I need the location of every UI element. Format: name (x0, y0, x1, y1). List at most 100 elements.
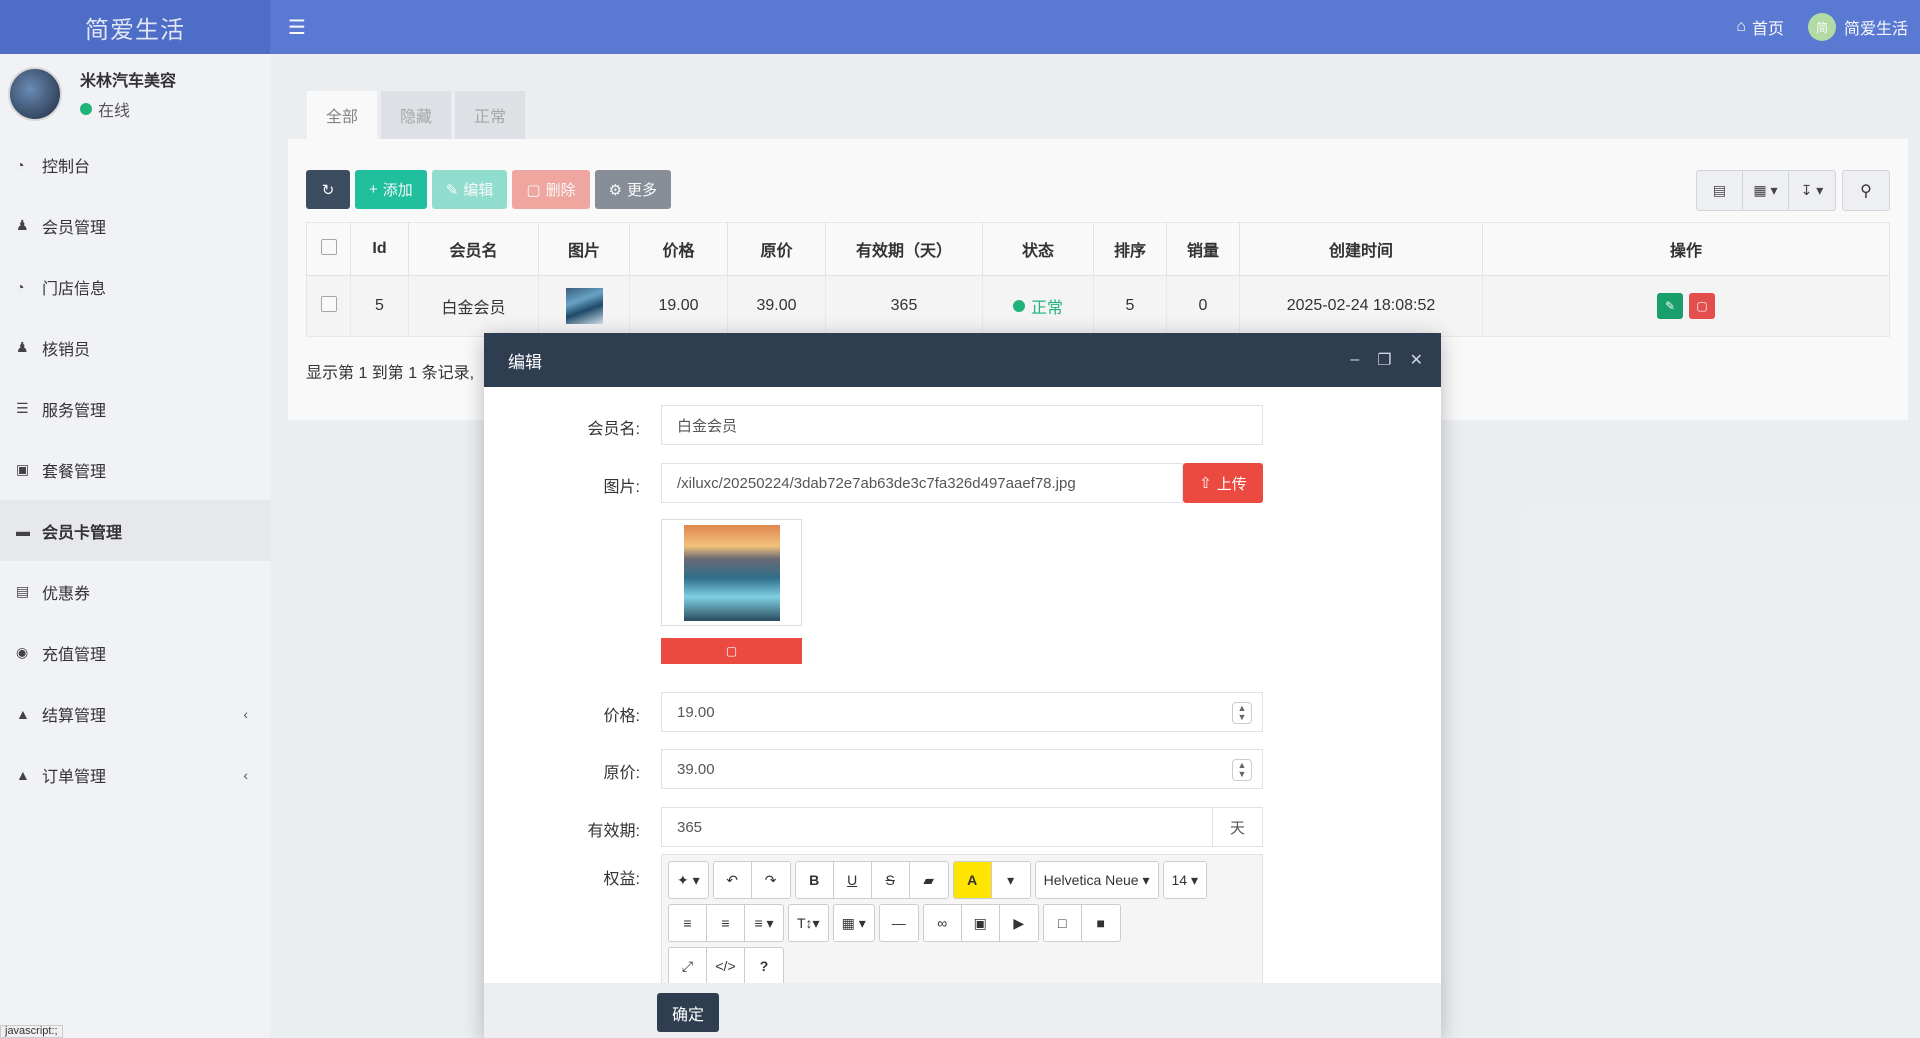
maximize-icon[interactable]: ❐ (1377, 350, 1391, 370)
row-delete-button[interactable]: ▢ (1689, 293, 1715, 319)
number-stepper-icon[interactable]: ▲ ▼ (1232, 702, 1252, 724)
font-family-select[interactable]: Helvetica Neue ▾ (1036, 862, 1158, 898)
sidebar-item-recharge[interactable]: ◉ 充值管理 (0, 622, 270, 683)
app-logo[interactable]: 简爱生活 (0, 0, 270, 54)
video-icon[interactable]: ▶ (1000, 905, 1038, 941)
chevron-left-icon: ‹ (243, 705, 248, 722)
font-size-select[interactable]: 14 ▾ (1164, 862, 1207, 898)
sidebar-item-label: 订单管理 (42, 768, 107, 786)
code-view-icon[interactable]: </> (707, 948, 745, 983)
tab-all[interactable]: 全部 (307, 91, 377, 139)
card-view-icon[interactable]: ▤ (1697, 171, 1743, 210)
align-icon[interactable]: ≡ ▾ (745, 905, 783, 941)
col-validity[interactable]: 有效期（天） (825, 222, 983, 276)
select-all-checkbox[interactable] (320, 238, 337, 255)
undo-icon[interactable]: ↶ (714, 862, 752, 898)
add-button[interactable]: + 添加 (355, 170, 427, 209)
more-button[interactable]: ⚙ 更多 (594, 170, 672, 209)
upload-button[interactable]: ⇧ 上传 (1183, 463, 1263, 503)
sidebar-item-packages[interactable]: ▣ 套餐管理 (0, 439, 270, 500)
menu-toggle-icon[interactable]: ☰ (288, 15, 306, 40)
font-color-icon[interactable]: A (953, 862, 992, 898)
row-thumbnail[interactable] (565, 288, 603, 324)
fullscreen-icon[interactable]: ⤢ (669, 948, 707, 983)
col-created[interactable]: 创建时间 (1239, 222, 1483, 276)
col-price[interactable]: 价格 (629, 222, 728, 276)
table-tools: ▤ ▦ ▾ ↧ ▾ ⚲ (1696, 170, 1890, 211)
underline-icon[interactable]: U (834, 862, 872, 898)
horizontal-rule-icon[interactable]: — (880, 905, 918, 941)
redo-icon[interactable]: ↷ (752, 862, 790, 898)
eraser-icon[interactable]: ▰ (910, 862, 948, 898)
sidebar-item-member-cards[interactable]: ▬ 会员卡管理 (0, 500, 270, 561)
sidebar-item-coupons[interactable]: ▤ 优惠券 (0, 561, 270, 622)
price-input[interactable]: 19.00 ▲ ▼ (661, 692, 1263, 732)
tab-hidden[interactable]: 隐藏 (381, 91, 451, 139)
number-stepper-icon[interactable]: ▲ ▼ (1232, 759, 1252, 781)
image-file-icon[interactable]: □ (1044, 905, 1082, 941)
col-sales[interactable]: 销量 (1166, 222, 1240, 276)
minimize-icon[interactable]: – (1350, 351, 1359, 369)
row-checkbox[interactable] (320, 295, 337, 312)
home-icon: ⌂ (1736, 18, 1746, 35)
sidebar-item-orders[interactable]: ▲ 订单管理 ‹ (0, 744, 270, 805)
confirm-button[interactable]: 确定 (657, 993, 719, 1032)
shopping-bag-icon: ▲ (16, 766, 30, 783)
modal-header[interactable]: 编辑 – ❐ ✕ (484, 333, 1441, 387)
sidebar-item-services[interactable]: ☰ 服务管理 (0, 378, 270, 439)
col-sort[interactable]: 排序 (1093, 222, 1167, 276)
status-badge[interactable]: 正常 (1012, 294, 1063, 318)
magic-wand-icon[interactable]: ✦ ▾ (669, 862, 708, 898)
numbered-list-icon[interactable]: ≡ (707, 905, 745, 941)
name-input[interactable]: 白金会员 (661, 405, 1263, 445)
row-edit-button[interactable]: ✎ (1657, 293, 1683, 319)
row-select-cell[interactable] (306, 275, 351, 337)
home-label: 首页 (1751, 21, 1784, 38)
cell-sales: 0 (1166, 275, 1240, 337)
sidebar-item-verifiers[interactable]: ♟ 核销员 (0, 317, 270, 378)
image-path-input[interactable]: /xiluxc/20250224/3dab72e7ab63de3c7fa326d… (661, 463, 1183, 503)
remove-image-button[interactable]: ▢ (661, 638, 802, 664)
col-original[interactable]: 原价 (727, 222, 826, 276)
table-icon[interactable]: ▦ ▾ (834, 905, 874, 941)
bulleted-list-icon[interactable]: ≡ (669, 905, 707, 941)
close-icon[interactable]: ✕ (1410, 350, 1423, 370)
col-image[interactable]: 图片 (538, 222, 630, 276)
upload-label: 上传 (1216, 475, 1247, 493)
table-row[interactable]: 5 白金会员 19.00 39.00 365 正常 5 0 2025-02-24… (306, 275, 1890, 337)
validity-input[interactable]: 365 (661, 807, 1213, 847)
select-all-cell[interactable] (306, 222, 351, 276)
refresh-button[interactable]: ↻ (306, 170, 350, 209)
picture-icon[interactable]: ▣ (962, 905, 1000, 941)
help-icon[interactable]: ? (745, 948, 783, 983)
col-status[interactable]: 状态 (982, 222, 1094, 276)
rich-text-editor[interactable]: ✦ ▾ ↶ ↷ B U S ▰ A ▾ Helvetica Neue ▾ 14 ▾ ≡ ≡ ≡… (661, 854, 1263, 983)
color-dropdown-icon[interactable]: ▾ (992, 862, 1030, 898)
price-value: 19.00 (677, 703, 715, 721)
delete-label: 删除 (545, 182, 576, 199)
text-height-icon[interactable]: T↕▾ (789, 905, 828, 941)
user-menu[interactable]: 简 简爱生活 (1807, 13, 1908, 41)
sidebar-item-label: 套餐管理 (42, 463, 107, 481)
delete-button[interactable]: ▢ 删除 (512, 170, 590, 209)
sidebar-item-store[interactable]: ◔ 门店信息 (0, 256, 270, 317)
col-id[interactable]: Id (350, 222, 409, 276)
original-price-input[interactable]: 39.00 ▲ ▼ (661, 749, 1263, 789)
export-icon[interactable]: ↧ ▾ (1789, 171, 1835, 210)
sidebar-item-members[interactable]: ♟ 会员管理 (0, 195, 270, 256)
sidebar-item-dashboard[interactable]: ◔ 控制台 (0, 134, 270, 195)
sidebar-item-settlement[interactable]: ▲ 结算管理 ‹ (0, 683, 270, 744)
strikethrough-icon[interactable]: S (872, 862, 910, 898)
bold-icon[interactable]: B (796, 862, 834, 898)
sidebar-item-label: 会员管理 (42, 219, 107, 237)
link-icon[interactable]: ∞ (924, 905, 962, 941)
col-name[interactable]: 会员名 (408, 222, 539, 276)
home-link[interactable]: ⌂ 首页 (1736, 15, 1784, 39)
cell-status: 正常 (982, 275, 1094, 337)
search-icon[interactable]: ⚲ (1842, 170, 1890, 211)
file-icon[interactable]: ■ (1082, 905, 1120, 941)
tab-normal[interactable]: 正常 (455, 91, 525, 139)
columns-icon[interactable]: ▦ ▾ (1743, 171, 1789, 210)
image-preview[interactable] (661, 519, 802, 626)
edit-button[interactable]: ✎ 编辑 (431, 170, 508, 209)
